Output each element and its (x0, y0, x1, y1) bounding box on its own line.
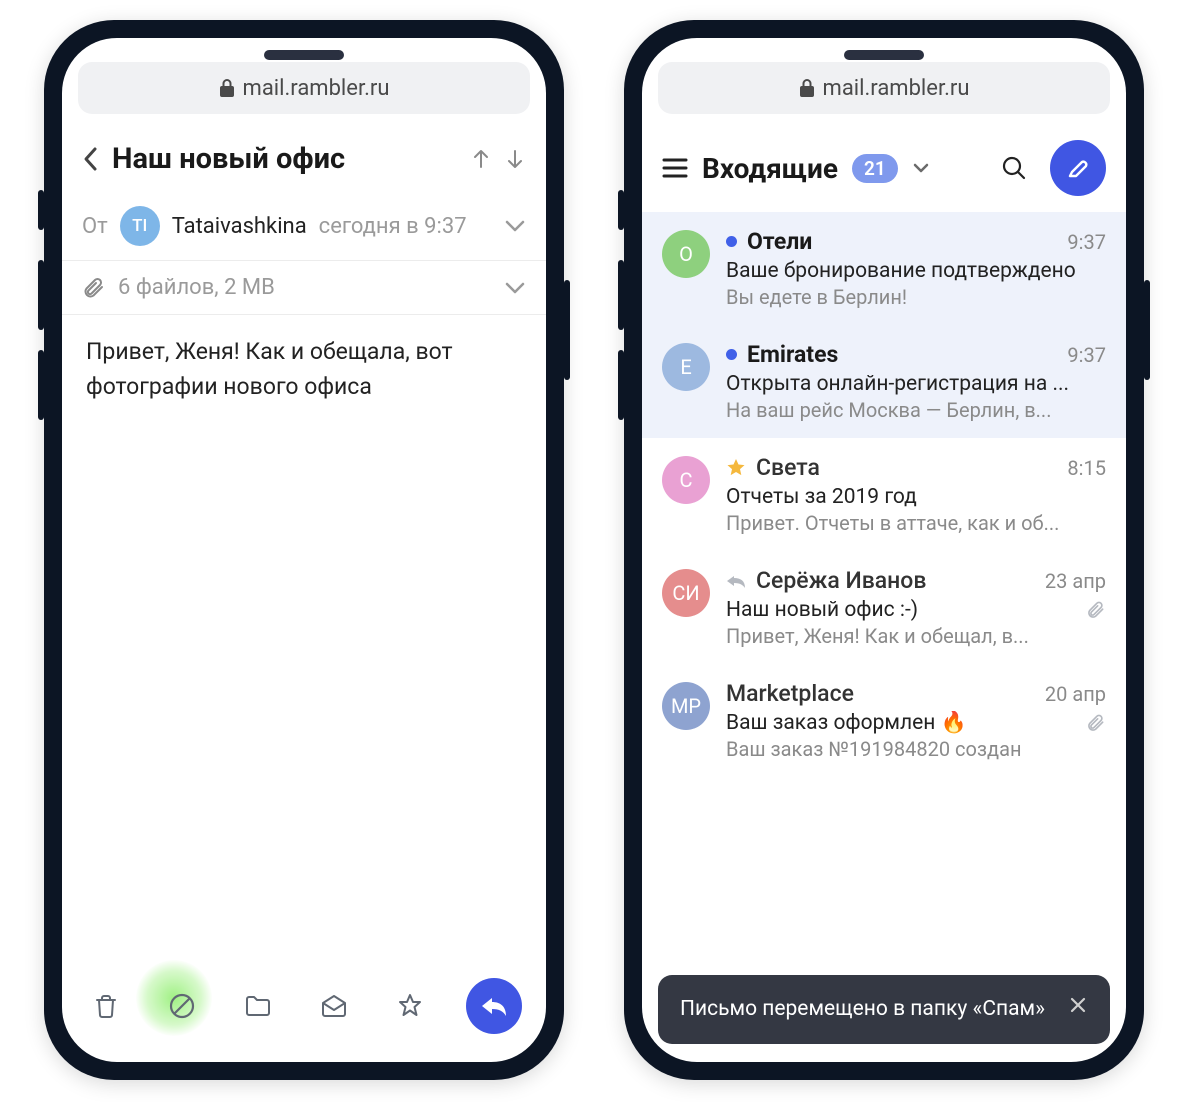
spam-icon[interactable] (162, 986, 202, 1026)
url-text: mail.rambler.ru (243, 76, 390, 101)
mail-item[interactable]: СИ Серёжа Иванов 23 апр Наш новый офис :-)П… (642, 551, 1126, 664)
from-row[interactable]: От TI Tataivashkina сегодня в 9:37 (62, 192, 546, 261)
mark-read-icon[interactable] (314, 986, 354, 1026)
mail-item-content: Света 8:15 Отчеты за 2019 годПривет. Отчет… (726, 454, 1106, 535)
star-icon[interactable] (390, 986, 430, 1026)
mail-item-content: Серёжа Иванов 23 апр Наш новый офис :-)При… (726, 567, 1106, 648)
reply-button[interactable] (466, 978, 522, 1034)
mail-time: 23 апр (1045, 569, 1106, 593)
unread-badge: 21 (852, 154, 898, 183)
prev-mail-icon[interactable] (470, 148, 492, 170)
mail-body: Привет, Женя! Как и обещала, вот фотогра… (62, 315, 546, 964)
mail-preview: На ваш рейс Москва — Берлин, в... (726, 398, 1106, 422)
mail-preview: Вы едете в Берлин! (726, 285, 1106, 309)
next-mail-icon[interactable] (504, 148, 526, 170)
inbox-header: Входящие 21 (642, 130, 1126, 212)
sender-name: Tataivashkina (172, 214, 307, 239)
avatar: С (662, 456, 710, 504)
folder-icon[interactable] (238, 986, 278, 1026)
mail-item[interactable]: MP Marketplace 20 апр Ваш заказ оформлен 🔥В… (642, 664, 1126, 777)
avatar: MP (662, 682, 710, 730)
mail-list[interactable]: О Отели 9:37 Ваше бронирование подтверждено… (642, 212, 1126, 1062)
sender-avatar: TI (120, 206, 160, 246)
compose-button[interactable] (1050, 140, 1106, 196)
mail-sender: Marketplace (726, 680, 854, 707)
phone-right: mail.rambler.ru Входящие 21 О Отели 9:37 Ва… (624, 20, 1144, 1080)
chevron-down-icon[interactable] (912, 162, 930, 174)
unread-dot-icon (726, 236, 737, 247)
mail-time: 9:37 (1067, 343, 1106, 367)
mail-sender: Света (756, 454, 820, 481)
mail-subject: Ваше бронирование подтверждено (726, 259, 1106, 283)
back-icon[interactable] (82, 145, 100, 173)
chevron-down-icon[interactable] (504, 219, 526, 233)
mail-preview: Привет, Женя! Как и обещал, в... (726, 624, 1106, 648)
mail-sender: Отели (747, 228, 812, 255)
toast-text: Письмо перемещено в папку «Спам» (680, 995, 1045, 1024)
trash-icon[interactable] (86, 986, 126, 1026)
mail-subject: Отчеты за 2019 год (726, 485, 1106, 509)
url-bar[interactable]: mail.rambler.ru (658, 62, 1110, 114)
mail-preview: Ваш заказ №191984820 создан (726, 737, 1106, 761)
mail-item[interactable]: E Emirates 9:37 Открыта онлайн-регистрация … (642, 325, 1126, 438)
lock-icon (219, 79, 235, 97)
mail-subject-title: Наш новый офис (112, 142, 458, 176)
search-icon[interactable] (1000, 154, 1028, 182)
mail-subject: Наш новый офис :-) (726, 598, 1106, 622)
mail-time: 8:15 (1067, 456, 1106, 480)
paperclip-icon (1086, 600, 1106, 620)
paperclip-icon (82, 276, 106, 300)
url-text: mail.rambler.ru (823, 76, 970, 101)
chevron-down-icon[interactable] (504, 281, 526, 295)
paperclip-icon (1086, 713, 1106, 733)
phone-left: mail.rambler.ru Наш новый офис От TI Tat… (44, 20, 564, 1080)
unread-dot-icon (726, 349, 737, 360)
screen-left: mail.rambler.ru Наш новый офис От TI Tat… (62, 38, 546, 1062)
mail-item-content: Emirates 9:37 Открыта онлайн-регистрация н… (726, 341, 1106, 422)
folder-title[interactable]: Входящие (702, 152, 838, 185)
mail-time: 20 апр (1045, 682, 1106, 706)
mail-preview: Привет. Отчеты в аттаче, как и об... (726, 511, 1106, 535)
screen-right: mail.rambler.ru Входящие 21 О Отели 9:37 Ва… (642, 38, 1126, 1062)
mail-time: 9:37 (1067, 230, 1106, 254)
mail-subject: Ваш заказ оформлен 🔥 (726, 711, 1106, 735)
mail-item[interactable]: О Отели 9:37 Ваше бронирование подтверждено… (642, 212, 1126, 325)
mail-sender: Emirates (747, 341, 838, 368)
star-icon (726, 458, 746, 478)
avatar: СИ (662, 569, 710, 617)
mail-subject: Открыта онлайн-регистрация на ... (726, 372, 1106, 396)
lock-icon (799, 79, 815, 97)
attachments-text: 6 файлов, 2 MB (118, 275, 275, 300)
close-icon[interactable] (1068, 995, 1088, 1015)
attachments-row[interactable]: 6 файлов, 2 MB (62, 261, 546, 315)
mail-item-content: Отели 9:37 Ваше бронирование подтвержденоВ… (726, 228, 1106, 309)
mail-item-content: Marketplace 20 апр Ваш заказ оформлен 🔥Ваш… (726, 680, 1106, 761)
url-bar[interactable]: mail.rambler.ru (78, 62, 530, 114)
avatar: О (662, 230, 710, 278)
bottom-toolbar (62, 964, 546, 1062)
menu-icon[interactable] (662, 157, 688, 179)
from-label: От (82, 214, 108, 239)
sender-time: сегодня в 9:37 (319, 214, 467, 239)
mail-header: Наш новый офис (62, 130, 546, 192)
replied-icon (726, 573, 746, 589)
mail-item[interactable]: С Света 8:15 Отчеты за 2019 годПривет. Отче… (642, 438, 1126, 551)
avatar: E (662, 343, 710, 391)
toast: Письмо перемещено в папку «Спам» (658, 975, 1110, 1044)
mail-sender: Серёжа Иванов (756, 567, 926, 594)
